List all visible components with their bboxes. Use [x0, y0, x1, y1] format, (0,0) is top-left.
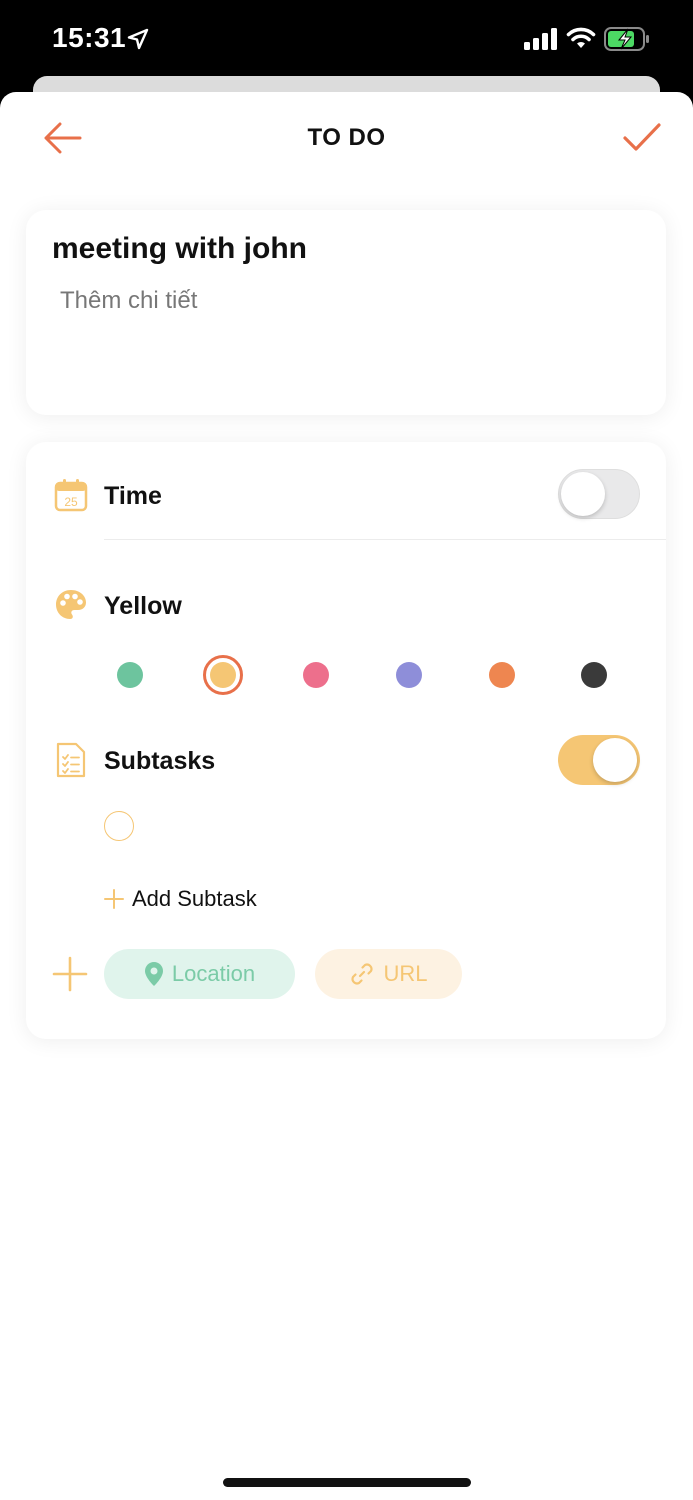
divider [104, 539, 666, 540]
url-label: URL [383, 961, 428, 986]
status-bar: 15:31 [0, 0, 693, 80]
subtask-checkbox[interactable] [104, 811, 134, 841]
checklist-icon [56, 742, 86, 778]
todo-sheet: TO DO meeting with john Thêm chi tiết 25… [0, 92, 693, 1500]
location-button[interactable]: Location [104, 949, 295, 999]
color-option-purple[interactable] [396, 662, 422, 688]
time-toggle[interactable] [558, 469, 640, 519]
location-label: Location [171, 961, 256, 986]
options-card: 25 Time Yellow Subtasks Add Subtask Loca… [26, 442, 666, 1039]
svg-text:25: 25 [64, 495, 78, 509]
toggle-knob [561, 472, 605, 516]
add-subtask-button[interactable]: Add Subtask [104, 884, 257, 914]
color-option-green[interactable] [117, 662, 143, 688]
palette-icon [56, 590, 86, 619]
time-label: Time [104, 482, 162, 510]
plus-icon [104, 889, 124, 909]
color-option-pink[interactable] [303, 662, 329, 688]
wifi-icon [566, 27, 596, 48]
task-card: meeting with john Thêm chi tiết [26, 210, 666, 415]
battery-charging-icon [604, 27, 649, 51]
add-subtask-label: Add Subtask [132, 886, 257, 911]
color-option-orange[interactable] [489, 662, 515, 688]
subtasks-label: Subtasks [104, 747, 216, 775]
location-arrow-icon [127, 28, 149, 50]
color-label: Yellow [104, 592, 182, 620]
toggle-knob [593, 738, 637, 782]
color-option-yellow-selected[interactable] [203, 655, 243, 695]
plus-icon[interactable] [52, 956, 88, 992]
link-icon [351, 963, 374, 985]
task-detail-input[interactable]: Thêm chi tiết [60, 287, 197, 315]
checkmark-icon[interactable] [620, 120, 664, 156]
status-time: 15:31 [52, 22, 127, 53]
color-swatch [210, 662, 236, 688]
map-pin-icon [144, 962, 163, 986]
page-title: TO DO [307, 124, 386, 151]
home-indicator [223, 1478, 471, 1487]
url-button[interactable]: URL [315, 949, 462, 999]
subtasks-toggle[interactable] [558, 735, 640, 785]
calendar-icon: 25 [54, 479, 88, 512]
color-option-dark[interactable] [581, 662, 607, 688]
cellular-signal-icon [524, 28, 557, 50]
task-title[interactable]: meeting with john [52, 232, 307, 266]
